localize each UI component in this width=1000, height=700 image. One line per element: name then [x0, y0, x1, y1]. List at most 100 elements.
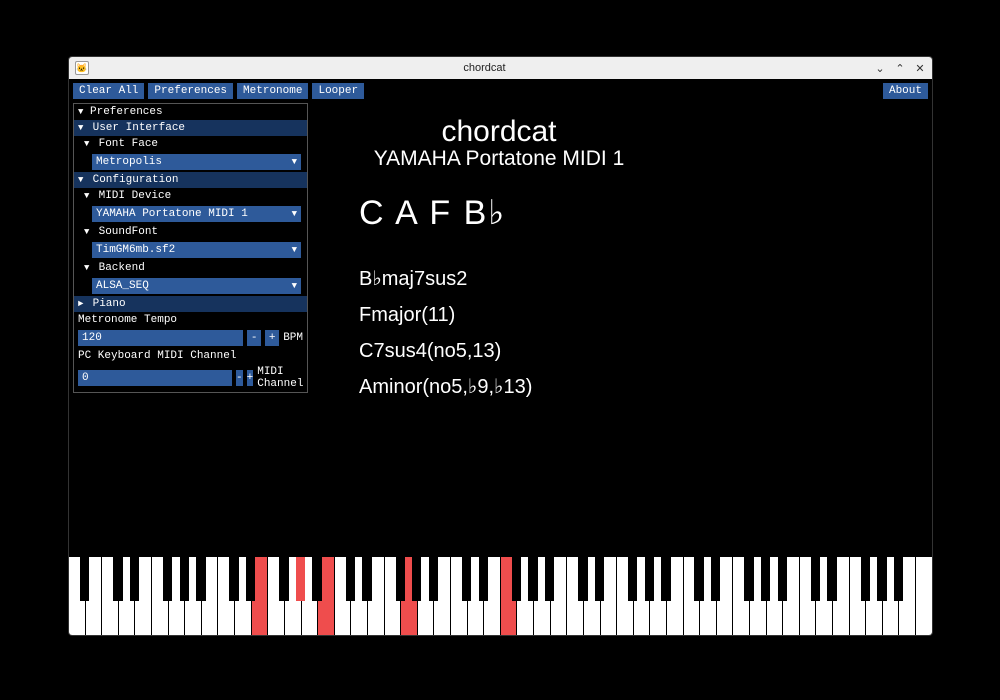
white-key[interactable] — [684, 557, 701, 635]
backend-header[interactable]: ▼ Backend — [74, 260, 307, 276]
white-key[interactable] — [800, 557, 817, 635]
black-key[interactable] — [396, 557, 405, 601]
white-key[interactable] — [102, 557, 119, 635]
app-icon: 🐱 — [75, 61, 89, 75]
backend-label: Backend — [99, 262, 145, 274]
white-key[interactable] — [451, 557, 468, 635]
maximize-button[interactable]: ⌃ — [894, 62, 906, 74]
chord-entry: Aminor(no5,♭9,♭13) — [359, 369, 912, 405]
tri-down-icon: ▼ — [84, 139, 92, 149]
midi-device-value: YAMAHA Portatone MIDI 1 — [96, 208, 248, 220]
black-key[interactable] — [362, 557, 371, 601]
black-key[interactable] — [827, 557, 836, 601]
channel-increment[interactable]: + — [247, 370, 254, 386]
white-key[interactable] — [567, 557, 584, 635]
soundfont-select[interactable]: TimGM6mb.sf2 ▼ — [92, 242, 301, 258]
looper-button[interactable]: Looper — [312, 83, 364, 99]
black-key[interactable] — [661, 557, 670, 601]
black-key[interactable] — [528, 557, 537, 601]
midi-device-header[interactable]: ▼ MIDI Device — [74, 188, 307, 204]
minimize-button[interactable]: ⌄ — [874, 62, 886, 74]
tempo-input[interactable] — [78, 330, 243, 346]
white-key[interactable] — [385, 557, 402, 635]
black-key[interactable] — [246, 557, 255, 601]
black-key[interactable] — [861, 557, 870, 601]
tri-right-icon: ► — [78, 299, 86, 309]
window-title: chordcat — [95, 62, 874, 74]
prefs-header[interactable]: ▼ Preferences — [74, 104, 307, 120]
close-button[interactable]: ✕ — [914, 62, 926, 74]
black-key[interactable] — [744, 557, 753, 601]
black-key[interactable] — [312, 557, 321, 601]
black-key[interactable] — [80, 557, 89, 601]
chevron-down-icon: ▼ — [292, 245, 297, 255]
white-key[interactable] — [501, 557, 518, 635]
about-button[interactable]: About — [883, 83, 928, 99]
tempo-increment[interactable]: + — [265, 330, 279, 346]
notes-display: C A F B♭ — [359, 193, 912, 233]
white-key[interactable] — [335, 557, 352, 635]
piano-section-header[interactable]: ► Piano — [74, 296, 307, 312]
black-key[interactable] — [130, 557, 139, 601]
black-key[interactable] — [163, 557, 172, 601]
white-key[interactable] — [218, 557, 235, 635]
black-key[interactable] — [113, 557, 122, 601]
device-display: YAMAHA Portatone MIDI 1 — [359, 147, 639, 171]
preferences-button[interactable]: Preferences — [148, 83, 233, 99]
white-key[interactable] — [268, 557, 285, 635]
black-key[interactable] — [412, 557, 421, 601]
font-face-select[interactable]: Metropolis ▼ — [92, 154, 301, 170]
black-key[interactable] — [645, 557, 654, 601]
main-display: chordcat YAMAHA Portatone MIDI 1 C A F B… — [359, 115, 912, 405]
black-key[interactable] — [279, 557, 288, 601]
midi-device-select[interactable]: YAMAHA Portatone MIDI 1 ▼ — [92, 206, 301, 222]
black-key[interactable] — [595, 557, 604, 601]
white-key[interactable] — [69, 557, 86, 635]
channel-decrement[interactable]: - — [236, 370, 243, 386]
clear-all-button[interactable]: Clear All — [73, 83, 144, 99]
white-key[interactable] — [733, 557, 750, 635]
metronome-button[interactable]: Metronome — [237, 83, 308, 99]
white-key[interactable] — [152, 557, 169, 635]
black-key[interactable] — [479, 557, 488, 601]
titlebar: 🐱 chordcat ⌄ ⌃ ✕ — [69, 57, 932, 79]
chevron-down-icon: ▼ — [292, 157, 297, 167]
black-key[interactable] — [694, 557, 703, 601]
black-key[interactable] — [462, 557, 471, 601]
black-key[interactable] — [578, 557, 587, 601]
black-key[interactable] — [778, 557, 787, 601]
channel-input[interactable] — [78, 370, 232, 386]
soundfont-value: TimGM6mb.sf2 — [96, 244, 175, 256]
black-key[interactable] — [229, 557, 238, 601]
black-key[interactable] — [512, 557, 521, 601]
black-key[interactable] — [628, 557, 637, 601]
font-face-header[interactable]: ▼ Font Face — [74, 136, 307, 152]
config-section-header[interactable]: ▼ Configuration — [74, 172, 307, 188]
backend-select[interactable]: ALSA_SEQ ▼ — [92, 278, 301, 294]
tempo-decrement[interactable]: - — [247, 330, 261, 346]
white-key[interactable] — [850, 557, 867, 635]
black-key[interactable] — [811, 557, 820, 601]
tri-down-icon: ▼ — [78, 123, 86, 133]
black-key[interactable] — [429, 557, 438, 601]
black-key[interactable] — [296, 557, 305, 601]
black-key[interactable] — [894, 557, 903, 601]
chords-list: B♭maj7sus2 Fmajor(11) C7sus4(no5,13) Ami… — [359, 261, 912, 405]
backend-value: ALSA_SEQ — [96, 280, 149, 292]
black-key[interactable] — [711, 557, 720, 601]
tempo-unit: BPM — [283, 332, 303, 344]
black-key[interactable] — [180, 557, 189, 601]
piano-keyboard[interactable] — [69, 557, 932, 635]
toolbar: Clear All Preferences Metronome Looper A… — [73, 83, 928, 99]
ui-section-header[interactable]: ▼ User Interface — [74, 120, 307, 136]
prefs-title: Preferences — [90, 106, 163, 118]
channel-unit: MIDI Channel — [257, 366, 303, 390]
white-key[interactable] — [617, 557, 634, 635]
black-key[interactable] — [196, 557, 205, 601]
white-key[interactable] — [916, 557, 932, 635]
black-key[interactable] — [761, 557, 770, 601]
black-key[interactable] — [877, 557, 886, 601]
soundfont-header[interactable]: ▼ SoundFont — [74, 224, 307, 240]
black-key[interactable] — [545, 557, 554, 601]
black-key[interactable] — [346, 557, 355, 601]
